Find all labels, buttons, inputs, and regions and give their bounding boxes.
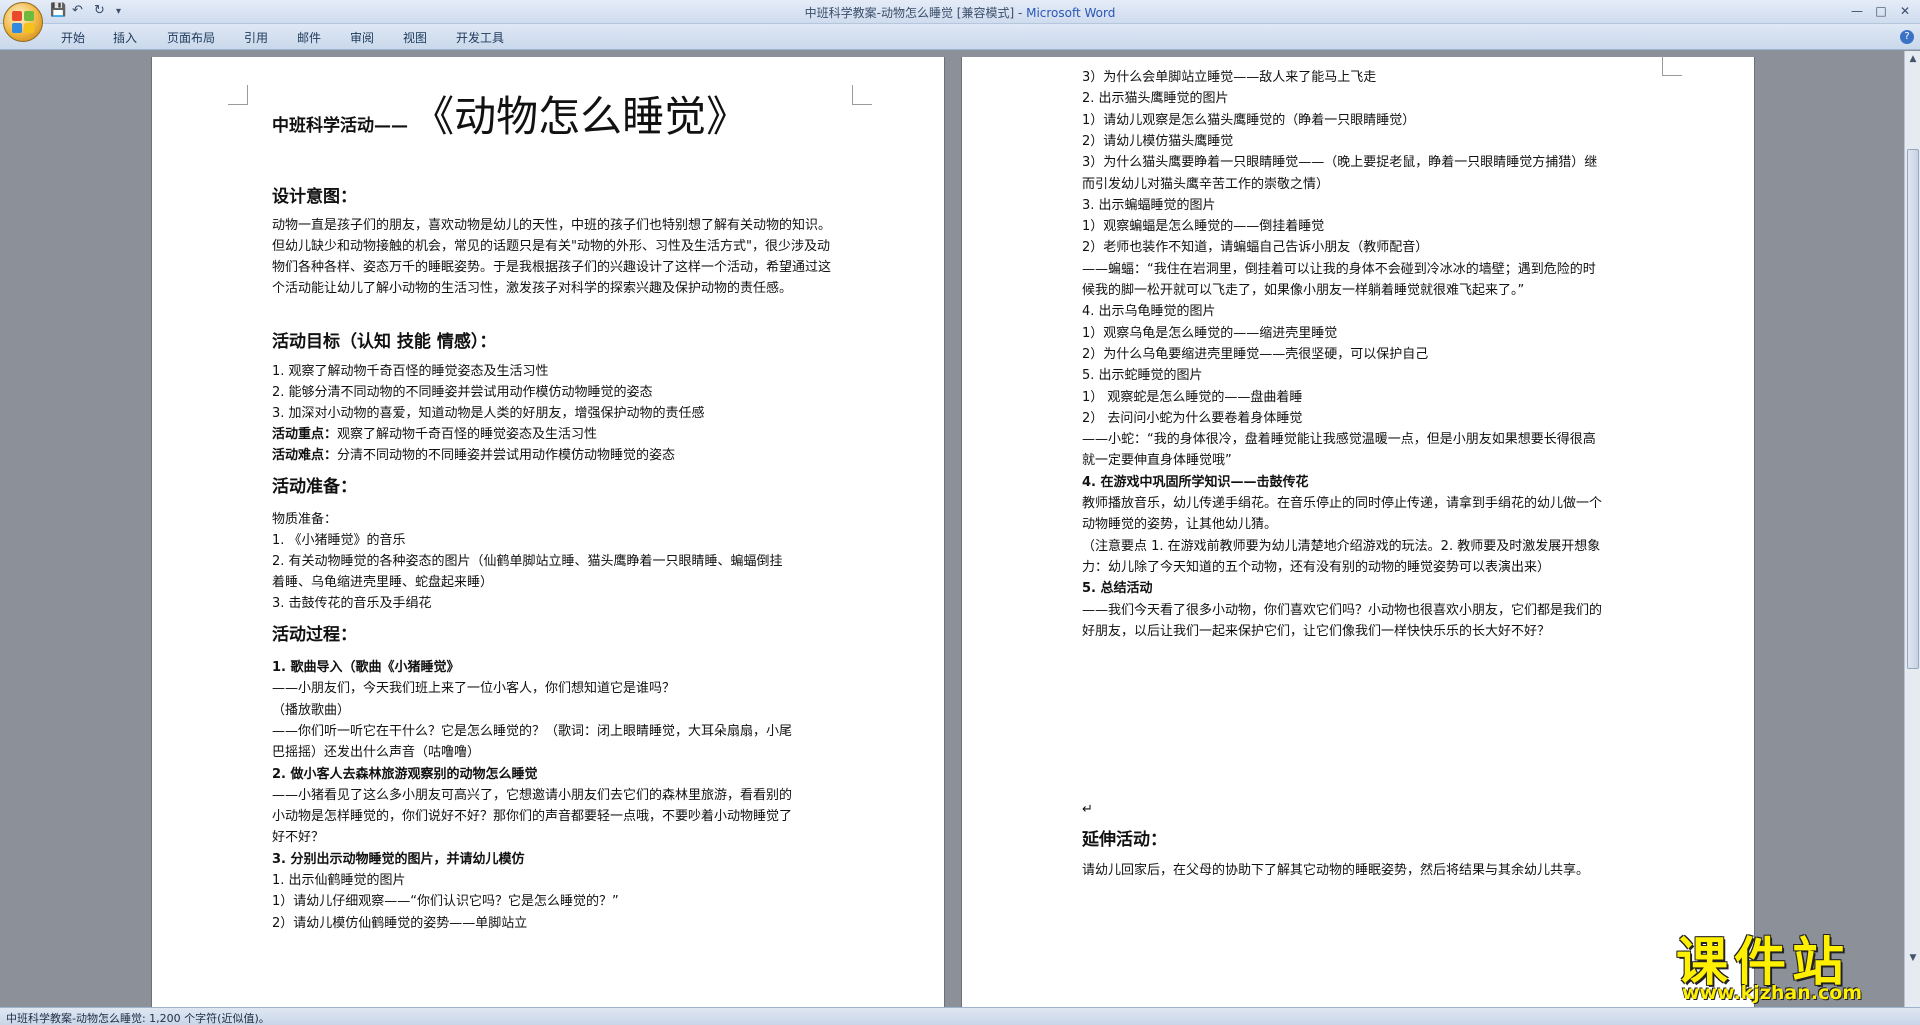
key-point-label: 活动重点： <box>272 427 338 442</box>
goal-item: 3. 加深对小动物的喜爱，知道动物是人类的好朋友，增强保护动物的责任感 <box>272 406 705 421</box>
prep-intro: 物质准备： <box>272 512 338 527</box>
process-line: 就一定要伸直身体睡觉哦” <box>1082 453 1232 469</box>
process-line: 动物睡觉的姿势，让其他幼儿猜。 <box>1082 517 1278 533</box>
doc-title: 中班科学活动—— 《动物怎么睡觉》 <box>272 87 748 158</box>
doc-title-main: 《动物怎么睡觉》 <box>412 92 749 141</box>
process-line: 1） 观察蛇是怎么睡觉的——盘曲着睡 <box>1082 389 1303 405</box>
tab-view[interactable]: 视图 <box>403 29 427 46</box>
process-line: 2）请幼儿模仿仙鹤睡觉的姿势——单脚站立 <box>272 915 528 931</box>
extend-body: 请幼儿回家后，在父母的协助下了解其它动物的睡眠姿势，然后将结果与其余幼儿共享。 <box>1082 863 1590 878</box>
process-line: 好朋友，以后让我们一起来保护它们，让它们像我们一样快快乐乐的长大好不好？ <box>1082 623 1551 639</box>
process-line: 2）为什么乌龟要缩进壳里睡觉——壳很坚硬，可以保护自己 <box>1082 346 1429 362</box>
goal-item: 2. 能够分清不同动物的不同睡姿并尝试用动作模仿动物睡觉的姿态 <box>272 385 653 400</box>
process-line: 3）为什么猫头鹰要睁着一只眼睛睡觉——（晚上要捉老鼠，睁着一只眼睛睡觉方捕猎）继 <box>1082 155 1598 171</box>
office-button[interactable] <box>3 2 43 42</box>
margin-corner-mark <box>852 85 872 105</box>
process-line: ——小朋友们，今天我们班上来了一位小客人，你们想知道它是谁吗？ <box>272 681 676 697</box>
window-title-doc: 中班科学教案-动物怎么睡觉 [兼容模式] - <box>804 6 1027 20</box>
process-step-heading: 3. 分别出示动物睡觉的图片，并请幼儿模仿 <box>272 851 525 867</box>
prep-item: 2. 有关动物睡觉的各种姿态的图片（仙鹤单脚站立睡、猫头鹰睁着一只眼睛睡、蝙蝠倒… <box>272 554 783 569</box>
process-line: 候我的脚一松开就可以飞走了，如果像小朋友一样躺着睡觉就很难飞起来了。” <box>1082 283 1525 298</box>
process-step-heading: 2. 做小客人去森林旅游观察别的动物怎么睡觉 <box>272 766 538 782</box>
status-text: 中班科学教案-动物怎么睡觉: 1,200 个字符(近似值)。 <box>6 1012 270 1025</box>
process-line: 1）请幼儿仔细观察——“你们认识它吗？它是怎么睡觉的？” <box>272 894 619 910</box>
prep-item: 着睡、乌龟缩进壳里睡、蛇盘起来睡） <box>272 575 494 590</box>
process-heading: 活动过程： <box>272 625 357 645</box>
window-title: 中班科学教案-动物怎么睡觉 [兼容模式] - Microsoft Word <box>0 4 1920 21</box>
goal-item: 1. 观察了解动物千奇百怪的睡觉姿态及生活习性 <box>272 364 549 379</box>
minimize-button[interactable]: — <box>1846 2 1868 20</box>
difficulty-point: 活动难点：分清不同动物的不同睡姿并尝试用动作模仿动物睡觉的姿态 <box>272 445 675 466</box>
document-workspace: 中班科学活动—— 《动物怎么睡觉》 设计意图： 动物一直是孩子们的朋友，喜欢动物… <box>0 51 1904 1007</box>
process-line: 1）请幼儿观察是怎么猫头鹰睡觉的（睁着一只眼睛睡觉） <box>1082 112 1416 128</box>
design-body: 动物一直是孩子们的朋友，喜欢动物是幼儿的天性，中班的孩子们也特别想了解有关动物的… <box>272 218 832 296</box>
scrollbar-thumb[interactable] <box>1907 149 1919 669</box>
goals-heading: 活动目标（认知 技能 情感）： <box>272 332 497 352</box>
vertical-scrollbar[interactable]: ▲ ▼ <box>1904 51 1920 1007</box>
process-line: 2. 出示猫头鹰睡觉的图片 <box>1082 91 1229 107</box>
process-line: ——小猪看见了这么多小朋友可高兴了，它想邀请小朋友们去它们的森林里旅游，看看别的 <box>272 787 793 803</box>
help-icon[interactable]: ? <box>1900 30 1914 44</box>
office-logo-icon <box>12 11 34 33</box>
process-line: ——你们听一听它在干什么？它是怎么睡觉的？（歌词：闭上眼睛睡觉，大耳朵扇扇，小尾 <box>272 723 793 739</box>
process-line: 好不好？ <box>272 830 325 846</box>
difficulty-label: 活动难点： <box>272 448 338 463</box>
process-line: 教师播放音乐，幼儿传递手绢花。在音乐停止的同时停止传递，请拿到手绢花的幼儿做一个 <box>1082 496 1603 511</box>
maximize-button[interactable]: □ <box>1870 2 1892 20</box>
process-line: 小动物是怎样睡觉的，你们说好不好？那你们的声音都要轻一点哦，不要吵着小动物睡觉了 <box>272 809 793 825</box>
tab-references[interactable]: 引用 <box>244 29 268 46</box>
watermark-url: www.kjzhan.com <box>1682 982 1863 1004</box>
tab-review[interactable]: 审阅 <box>350 29 374 46</box>
margin-corner-mark <box>228 85 248 105</box>
scroll-up-icon[interactable]: ▲ <box>1906 52 1920 66</box>
process-line: 1）观察乌龟是怎么睡觉的——缩进壳里睡觉 <box>1082 325 1338 341</box>
close-button[interactable]: ✕ <box>1894 2 1916 20</box>
margin-corner-mark <box>1662 56 1682 76</box>
prep-item: 3. 击鼓传花的音乐及手绢花 <box>272 596 432 611</box>
tab-page-layout[interactable]: 页面布局 <box>167 29 215 46</box>
prep-heading: 活动准备： <box>272 477 357 497</box>
process-line: ——小蛇：“我的身体很冷，盘着睡觉能让我感觉温暖一点，但是小朋友如果想要长得很高 <box>1082 432 1596 448</box>
process-line: 1. 出示仙鹤睡觉的图片 <box>272 873 406 888</box>
key-point: 活动重点：观察了解动物千奇百怪的睡觉姿态及生活习性 <box>272 424 597 445</box>
design-heading: 设计意图： <box>272 187 357 207</box>
document-page-right[interactable]: 3）为什么会单脚站立睡觉——敌人来了能马上飞走 2. 出示猫头鹰睡觉的图片 1）请幼… <box>961 56 1755 1007</box>
process-step-heading: 4. 在游戏中巩固所学知识——击鼓传花 <box>1082 474 1309 490</box>
doc-title-prefix: 中班科学活动—— <box>272 116 408 136</box>
difficulty-text: 分清不同动物的不同睡姿并尝试用动作模仿动物睡觉的姿态 <box>337 448 676 463</box>
process-line: 力：幼儿除了今天知道的五个动物，还有没有别的动物的睡觉姿势可以表演出来） <box>1082 559 1551 575</box>
tab-developer[interactable]: 开发工具 <box>456 29 504 46</box>
process-line: 2）老师也装作不知道，请蝙蝠自己告诉小朋友（教师配音） <box>1082 240 1429 256</box>
process-line: 2）请幼儿模仿猫头鹰睡觉 <box>1082 133 1234 149</box>
process-line: ——我们今天看了很多小动物，你们喜欢它们吗？小动物也很喜欢小朋友，它们都是我们的 <box>1082 602 1603 618</box>
status-bar: 中班科学教案-动物怎么睡觉: 1,200 个字符(近似值)。 <box>0 1007 1920 1025</box>
document-page-left[interactable]: 中班科学活动—— 《动物怎么睡觉》 设计意图： 动物一直是孩子们的朋友，喜欢动物… <box>151 57 945 1007</box>
process-line: 而引发幼儿对猫头鹰辛苦工作的崇敬之情） <box>1082 176 1330 192</box>
tab-home[interactable]: 开始 <box>61 29 85 46</box>
window-title-app: Microsoft Word <box>1026 6 1116 20</box>
title-bar: 💾 ↶ ↻ ▾ 中班科学教案-动物怎么睡觉 [兼容模式] - Microsoft… <box>0 0 1920 42</box>
ribbon-tabs: 开始 插入 页面布局 引用 邮件 审阅 视图 开发工具 ? <box>0 24 1920 50</box>
process-line: 巴摇摇）还发出什么声音（咕噜噜） <box>272 745 481 761</box>
process-step-heading: 1. 歌曲导入（歌曲《小猪睡觉》 <box>272 660 460 675</box>
paragraph-mark: ↵ <box>1082 802 1093 817</box>
process-step-heading: 5. 总结活动 <box>1082 581 1153 597</box>
process-line: 4. 出示乌龟睡觉的图片 <box>1082 304 1216 320</box>
process-line: 1）观察蝙蝠是怎么睡觉的——倒挂着睡觉 <box>1082 219 1325 235</box>
process-line: 2） 去问问小蛇为什么要卷着身体睡觉 <box>1082 410 1303 426</box>
prep-item: 1. 《小猪睡觉》的音乐 <box>272 533 406 548</box>
process-line: 3. 出示蝙蝠睡觉的图片 <box>1082 197 1216 213</box>
watermark-logo: 课件站 www.kjzhan.com <box>1668 920 1904 1006</box>
process-line: 5. 出示蛇睡觉的图片 <box>1082 368 1203 384</box>
key-point-text: 观察了解动物千奇百怪的睡觉姿态及生活习性 <box>337 427 598 442</box>
tab-mailings[interactable]: 邮件 <box>297 29 321 46</box>
extend-heading: 延伸活动： <box>1082 830 1167 850</box>
process-line: （播放歌曲） <box>272 702 351 718</box>
tab-insert[interactable]: 插入 <box>113 29 137 46</box>
process-line: 3）为什么会单脚站立睡觉——敌人来了能马上飞走 <box>1082 70 1377 85</box>
process-line: （注意要点 1. 在游戏前教师要为幼儿清楚地介绍游戏的玩法。2. 教师要及时激发… <box>1082 538 1601 554</box>
process-line: ——蝙蝠：“我住在岩洞里，倒挂着可以让我的身体不会碰到冷冰冰的墙壁；遇到危险的时 <box>1082 261 1596 277</box>
scroll-down-icon[interactable]: ▼ <box>1906 951 1920 965</box>
